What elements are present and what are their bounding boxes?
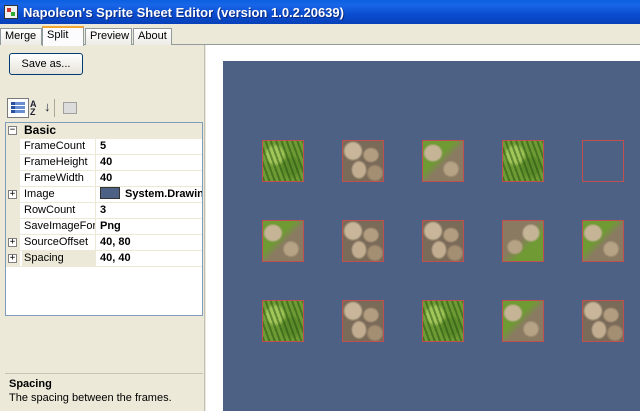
property-value[interactable]: 5 [98,139,202,154]
property-grid-toolbar: A Z ↓ [5,96,203,120]
property-name: SaveImageFormat [24,219,96,234]
alphabetical-sort-button[interactable]: A Z ↓ [29,98,51,118]
sprite-frame [262,220,304,262]
property-value[interactable]: 40, 80 [98,235,202,250]
property-row-frameheight[interactable]: FrameHeight 40 [6,155,202,171]
property-row-framewidth[interactable]: FrameWidth 40 [6,171,202,187]
property-value[interactable]: 40, 40 [98,251,202,266]
categorized-button[interactable] [7,98,29,118]
property-pages-icon [63,102,77,114]
alphabetical-sort-icon: A Z ↓ [30,99,51,117]
category-row-basic[interactable]: − Basic [6,123,202,139]
property-row-rowcount[interactable]: RowCount 3 [6,203,202,219]
property-name: FrameWidth [22,171,96,186]
sprite-frame [502,300,544,342]
sprite-frame [422,220,464,262]
app-icon [4,5,18,19]
property-value[interactable]: System.Drawing.Bitmap [98,187,202,202]
tab-about[interactable]: About [133,28,172,45]
expand-icon[interactable]: + [8,238,17,247]
sprite-frame [422,300,464,342]
sprite-frame [582,300,624,342]
expand-icon[interactable]: + [8,254,17,263]
property-name: RowCount [22,203,96,218]
property-grid[interactable]: − Basic FrameCount 5 FrameHeight 40 Fram… [5,122,203,316]
image-value-text: System.Drawing.Bitmap [125,188,202,200]
property-name: FrameCount [22,139,96,154]
sprite-frame [262,140,304,182]
sprite-frame [502,220,544,262]
toolbar-separator [54,99,55,117]
property-row-sourceoffset[interactable]: + SourceOffset 40, 80 [6,235,202,251]
image-swatch [100,187,120,200]
tab-merge[interactable]: Merge [0,28,42,45]
help-title: Spacing [9,378,52,390]
sprite-frame [262,300,304,342]
window-title: Napoleon's Sprite Sheet Editor (version … [23,4,344,20]
property-name: SourceOffset [22,235,96,250]
property-value[interactable]: 3 [98,203,202,218]
sprite-frame [582,220,624,262]
tab-split[interactable]: Split [42,26,84,46]
property-name: FrameHeight [22,155,96,170]
sprite-frame-empty [582,140,624,182]
property-help-pane: Spacing The spacing between the frames. [5,373,203,411]
expand-icon[interactable]: + [8,190,17,199]
sprite-frame [502,140,544,182]
sprite-frame [342,220,384,262]
sprite-frame [342,140,384,182]
sprite-sheet-canvas[interactable] [223,61,640,411]
property-pages-button[interactable] [59,98,81,118]
collapse-icon[interactable]: − [8,126,17,135]
categorized-icon [11,102,25,114]
property-name: Spacing [22,251,96,266]
property-row-framecount[interactable]: FrameCount 5 [6,139,202,155]
sprite-frame [342,300,384,342]
help-description: The spacing between the frames. [9,392,172,404]
category-label: Basic [24,123,57,137]
property-row-image[interactable]: + Image System.Drawing.Bitmap [6,187,202,203]
save-as-button[interactable]: Save as... [9,53,83,75]
tab-strip: Merge Split Preview About [0,26,640,46]
property-value[interactable]: Png [98,219,202,234]
title-bar: Napoleon's Sprite Sheet Editor (version … [0,0,640,24]
property-value[interactable]: 40 [98,171,202,186]
sprite-frame [422,140,464,182]
property-row-saveimageformat[interactable]: SaveImageFormat Png [6,219,202,235]
settings-panel: Save as... A Z ↓ − Basic FrameCount 5 Fram… [0,45,205,411]
tab-preview[interactable]: Preview [85,28,132,45]
property-row-spacing[interactable]: + Spacing 40, 40 [6,251,202,267]
preview-area [206,45,640,411]
property-value[interactable]: 40 [98,155,202,170]
property-name: Image [22,187,96,202]
